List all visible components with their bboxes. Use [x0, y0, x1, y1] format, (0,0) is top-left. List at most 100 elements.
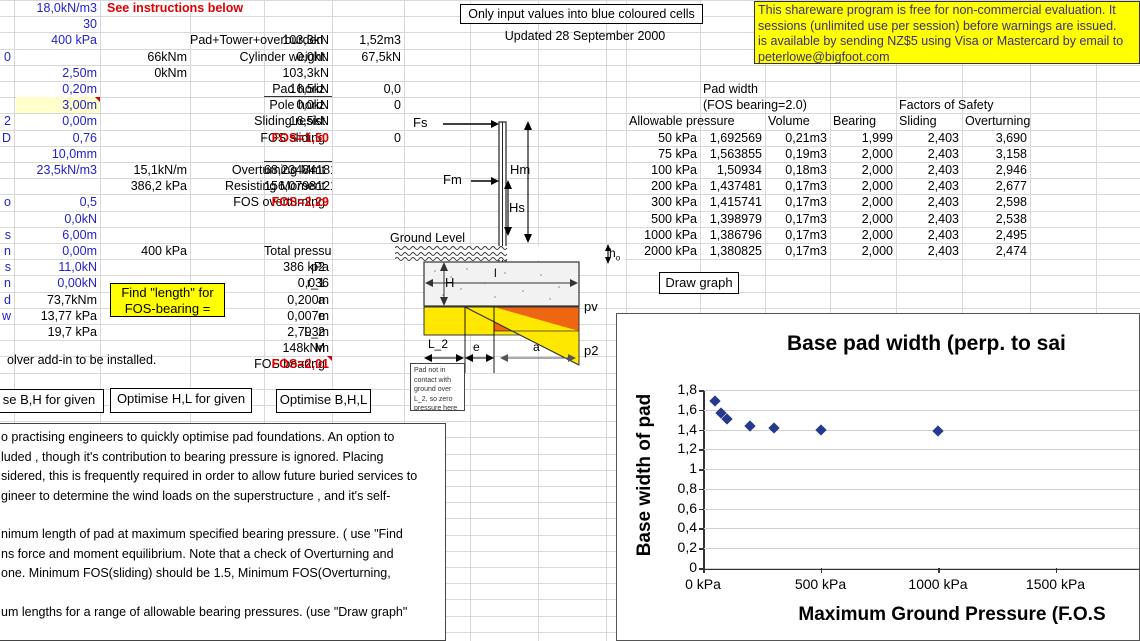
chart-x-tick-label: 1000 kPa [908, 576, 968, 592]
results-cell: 2,403 [927, 244, 959, 258]
input-cell[interactable]: 18,0kN/m3 [16, 0, 100, 16]
input-cell[interactable]: 400 kPa [16, 32, 100, 48]
shareware-email: peterlowe@bigfoot.com [758, 49, 890, 64]
pv-label: pv [584, 299, 598, 314]
calc-cell: FOS=1,50 [271, 130, 329, 145]
fs-label: Fs [413, 115, 428, 130]
find-length-line-1: Find "length" for [121, 285, 214, 300]
calc-cell: 0 [394, 130, 401, 145]
input-cell[interactable]: 0,00m [16, 243, 100, 259]
input-cell[interactable]: 23,5kN/m3 [16, 162, 100, 178]
chart-gridline [703, 568, 1139, 569]
hm-label: Hm [510, 162, 531, 177]
optimise-bhl-button[interactable]: Optimise B,H,L [276, 389, 371, 413]
results-fos-group-header: Factors of Safety [899, 98, 994, 113]
grid-row-line [0, 81, 1140, 82]
calc-cell: 0kNm [154, 65, 187, 80]
calc-cell: 386 kPa [283, 260, 329, 275]
input-cell[interactable]: 0,76 [16, 130, 100, 146]
chart-y-tickmark [699, 449, 704, 451]
results-cell: 1,386796 [709, 227, 762, 242]
input-cell[interactable]: 11,0kN [16, 259, 100, 275]
spreadsheet-canvas: 02Dosnsndw 18,0kN/m3 30 400 kPa 2,50m 0,20m 3… [0, 0, 1140, 641]
input-hint-box: Only input values into blue coloured cel… [460, 4, 703, 24]
chart-y-tick-label: 0 [689, 559, 697, 575]
results-cell: 0,17m3 [785, 195, 827, 210]
calc-cell: 0,0kN [296, 49, 329, 64]
left-edge-fragment: 0 [4, 49, 11, 64]
input-cell[interactable]: 0,20m [16, 81, 100, 97]
results-cell: 1,50934 [716, 163, 762, 177]
chart-gridline [703, 528, 1139, 530]
calc-cell: 400 kPa [141, 244, 187, 258]
input-cell[interactable]: 6,00m [16, 227, 100, 243]
input-cell[interactable]: 10,0mm [16, 146, 100, 162]
calc-cell: 103,3kN [282, 65, 329, 80]
chart-y-tickmark [699, 548, 704, 550]
calc-total-underline [264, 96, 332, 98]
input-cell[interactable]: 19,7 kPa [16, 324, 100, 340]
calc-cell: 386,2 kPa [130, 179, 187, 194]
results-cell: 1,437481 [709, 179, 762, 194]
input-cell[interactable]: 73,7kNm [16, 292, 100, 308]
instructions-line: gineer to determine the wind loads on th… [1, 488, 391, 503]
results-cell: 300 kPa [651, 195, 697, 210]
calc-cell: FOS=2,01 [264, 356, 332, 372]
calc-cell: 148kNm [282, 341, 329, 356]
results-cell: 3,158 [995, 146, 1027, 161]
chart-data-point [709, 394, 721, 407]
results-cell: 0,18m3 [785, 163, 827, 177]
input-cell[interactable]: 30 [16, 16, 100, 32]
calc-cell: 67,5kN [361, 49, 401, 64]
results-cell: 2,000 [861, 195, 893, 210]
chart-x-tick-label: 1500 kPa [1025, 576, 1086, 592]
input-cell[interactable]: 2,50m [16, 65, 100, 81]
calc-cell: 156,0798121 [264, 179, 332, 194]
results-cell: 2,946 [995, 163, 1027, 177]
chart-x-axis-label: Maximum Ground Pressure (F.O.S [798, 604, 1106, 625]
instructions-line: nimum length of pad at maximum specified… [1, 527, 403, 541]
results-header-bearing: Bearing [833, 114, 877, 129]
results-cell: 2,403 [927, 163, 959, 177]
results-cell: 2,403 [927, 211, 959, 226]
input-cell[interactable]: 3,00m [16, 97, 100, 114]
calc-cell: 0,200m [287, 292, 329, 307]
chart-gridline [703, 488, 1139, 490]
input-cell[interactable]: 0,00m [16, 113, 100, 129]
chart-y-tick-label: 1 [689, 460, 697, 477]
optimise-bh-button[interactable]: se B,H for given [0, 389, 104, 413]
results-cell: 75 kPa [658, 146, 697, 161]
calc-cell: 0,007m [287, 308, 329, 323]
optimise-hl-button[interactable]: Optimise H,L for given [110, 388, 252, 413]
results-cell: 50 kPa [658, 130, 697, 145]
input-cell[interactable] [16, 178, 100, 194]
chart-data-point [932, 425, 944, 437]
calc-cell: 16,5kN [289, 82, 329, 96]
shareware-line-1: This shareware program is free for non-c… [758, 3, 1116, 17]
input-cell[interactable]: 0,5 [16, 194, 100, 210]
results-cell: 1,398979 [709, 211, 762, 226]
instructions-panel: o practising engineers to quickly optimi… [0, 423, 446, 641]
shareware-notice: This shareware program is free for non-c… [754, 1, 1140, 64]
calc-cell: 103,3kN [282, 33, 329, 48]
comment-marker-icon [95, 97, 100, 103]
results-cell: 0,17m3 [785, 227, 827, 242]
calc-total-underline [264, 160, 332, 163]
chart-x-tick-label: 500 kPa [794, 576, 847, 592]
input-cell[interactable]: 13,77 kPa [16, 308, 100, 324]
calc-cell: 66kNm [147, 49, 187, 64]
input-cell[interactable]: 0,0kN [16, 211, 100, 227]
see-instructions-note: See instructions below [107, 1, 244, 15]
chart-y-axis-line [703, 390, 705, 568]
input-cell[interactable]: 0,00kN [16, 275, 100, 291]
draw-graph-button[interactable]: Draw graph [659, 272, 739, 294]
results-cell: 2,000 [861, 163, 893, 177]
chart-gridline [703, 429, 1139, 431]
l-dimension-label: l [494, 266, 497, 280]
find-length-line-2: FOS-bearing = [124, 301, 211, 316]
chart-y-tick-label: 1,6 [677, 400, 697, 417]
chart-title: Base pad width (perp. to sai [787, 332, 1066, 355]
input-cell[interactable] [16, 49, 100, 65]
left-edge-fragment: s [4, 260, 11, 275]
left-edge-fragment: 2 [4, 114, 11, 129]
